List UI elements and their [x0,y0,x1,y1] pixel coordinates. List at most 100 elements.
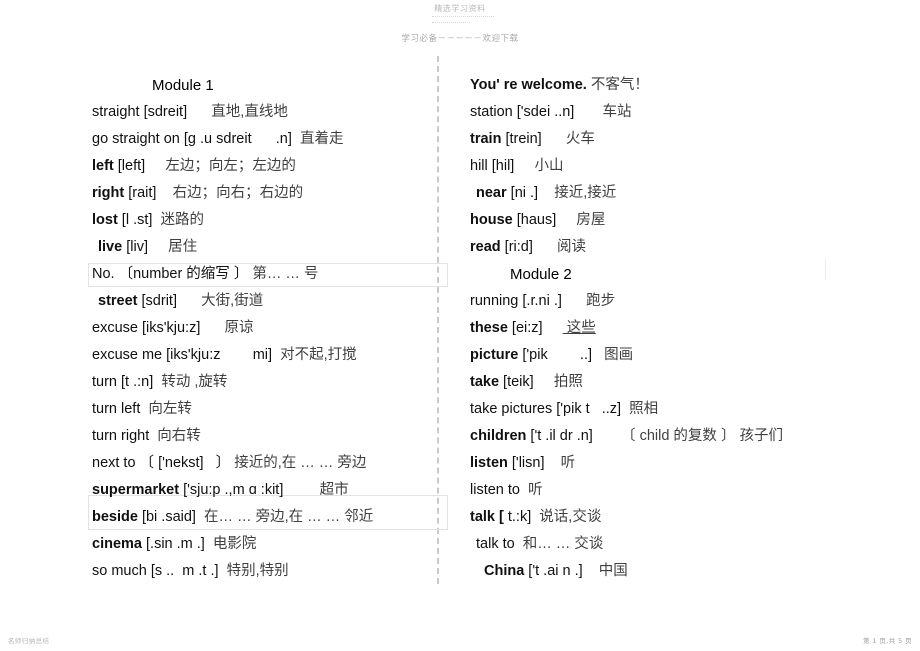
entry-phonetic: [.r.ni .] [518,293,562,309]
vocabulary-entry: listen to 听 [470,477,910,504]
entry-meaning: 右边；向右；右边的 [168,185,304,201]
entry-gap [534,369,550,396]
entry-phonetic: [sdreit] [139,104,188,120]
vocabulary-entry: You' re welcome. 不客气！ [470,72,910,99]
vocabulary-entry: picture ['pik ..] 图画 [470,342,910,369]
entry-meaning: 房屋 [572,212,606,228]
vocabulary-entry: talk to 和… … 交谈 [470,531,910,558]
entry-word: beside [92,509,138,525]
entry-word: hill [470,158,488,174]
entry-meaning: 接近,接近 [550,185,617,201]
entry-phonetic: [s .. m .t .] [146,563,219,579]
vocabulary-column-right: You' re welcome. 不客气！ station ['sdei ..n]… [470,72,910,585]
entry-phonetic: ['lisn] [507,455,545,471]
vocabulary-entry: lost [l .st] 迷路的 [92,207,437,234]
vocabulary-entry: go straight on [g .u sdreit .n] 直着走 [92,126,437,153]
entry-meaning: 直地,直线地 [207,104,288,120]
entry-phonetic: [t .:n] [117,374,154,390]
entry-gap [148,234,164,261]
entry-phonetic: [g .u sdreit .n] [179,131,292,147]
entry-phonetic: [trein] [501,131,542,147]
entry-phonetic: 〔 ['nekst] 〕 [135,455,231,471]
entry-meaning: 向左转 [144,401,192,417]
entry-phonetic: [liv] [122,239,148,255]
entry-gap [543,315,563,342]
column-divider-dashed [437,56,439,584]
entry-phonetic: [left] [113,158,146,174]
vocabulary-entry: next to 〔 ['nekst] 〕 接近的,在 … … 旁边 [92,450,437,477]
entry-word: take pictures [470,401,553,417]
entry-phonetic: 〔number 的缩写 〕 [114,266,249,282]
entry-meaning: 照相 [625,401,659,417]
entry-word: take [470,374,500,390]
vocabulary-entry: hill [hil] 小山 [470,153,910,180]
entry-gap [514,153,530,180]
entry-phonetic: [.sin .m .] [141,536,205,552]
vocabulary-entry: read [ri:d] 阅读 [470,234,910,261]
vocabulary-entry: turn right 向右转 [92,423,437,450]
entry-gap [200,315,220,342]
entry-gap [145,153,161,180]
entry-meaning: 原谅 [220,320,254,336]
entry-word: supermarket [92,482,180,498]
vocabulary-entry: excuse [iks'kju:z] 原谅 [92,315,437,342]
entry-meaning: 超市 [315,482,349,498]
entry-word: go straight on [92,131,180,147]
entry-phonetic: ['t .il dr .n] [526,428,593,444]
vocabulary-entry: take [teik] 拍照 [470,369,910,396]
entry-word: excuse me [92,347,163,363]
entry-meaning: 和… … 交谈 [518,536,604,552]
entry-gap [542,126,562,153]
entry-meaning: 听 [524,482,543,498]
document-page: 精选学习资料 学习必备－－－－－欢迎下载 Module 1 straight [s… [0,0,920,651]
entry-word: running [470,293,519,309]
entry-meaning: 对不起,打搅 [276,347,357,363]
entry-gap [574,99,598,126]
entry-word: train [470,131,502,147]
entry-gap [545,450,557,477]
entry-phonetic: ['t .ai n .] [524,563,583,579]
vocabulary-entry: talk [ t.:k] 说话,交谈 [470,504,910,531]
entry-phonetic: [hil] [487,158,515,174]
entry-meaning: 中国 [594,563,628,579]
vocabulary-entry: left [left] 左边；向左；左边的 [92,153,437,180]
entry-meaning: 接近的,在 … … 旁边 [230,455,367,471]
entry-word: near [476,185,507,201]
entry-gap [283,477,315,504]
entry-word: turn [92,374,117,390]
entry-phonetic: ['pik ..] [518,347,593,363]
vocabulary-entry: cinema [.sin .m .] 电影院 [92,531,437,558]
entry-meaning: 图画 [600,347,634,363]
entry-meaning: 这些 [562,320,596,336]
entry-gap [538,180,550,207]
vocabulary-entry: excuse me [iks'kju:z mi] 对不起,打搅 [92,342,437,369]
entry-word: straight [92,104,140,120]
vocabulary-entry: station ['sdei ..n] 车站 [470,99,910,126]
vocabulary-entry: live [liv] 居住 [92,234,437,261]
entry-meaning: 迷路的 [156,212,204,228]
entry-phonetic: [sdrit] [137,293,177,309]
header-watermark-top: 精选学习资料 [434,4,486,13]
entry-word: these [470,320,508,336]
entry-phonetic: [iks'kju:z mi] [162,347,273,363]
entry-word: excuse [92,320,138,336]
entry-meaning: 〔 child 的复数 〕 孩子们 [617,428,783,444]
entry-meaning: 特别,特别 [222,563,289,579]
header-watermark-bottom: 学习必备－－－－－欢迎下载 [401,34,519,44]
entry-word: live [98,239,123,255]
vocabulary-entry: so much [s .. m .t .] 特别,特别 [92,558,437,585]
vocabulary-entry: children ['t .il dr .n] 〔 child 的复数 〕 孩子… [470,423,910,450]
entry-phonetic: [l .st] [117,212,153,228]
entry-meaning: 在… … 旁边,在 … … 邻近 [200,509,374,525]
vocabulary-entry: straight [sdreit] 直地,直线地 [92,99,437,126]
entry-word: left [92,158,114,174]
entry-word: turn left [92,401,141,417]
entry-word: talk [ [470,509,504,525]
entry-word: station [470,104,513,120]
vocabulary-entry: these [ei:z] 这些 [470,315,910,342]
entry-meaning: 大街,街道 [197,293,264,309]
vocabulary-entry: near [ni .] 接近,接近 [470,180,910,207]
entry-meaning: 左边；向左；左边的 [161,158,296,174]
entry-word: No. [92,266,115,282]
entry-meaning: 小山 [530,158,564,174]
